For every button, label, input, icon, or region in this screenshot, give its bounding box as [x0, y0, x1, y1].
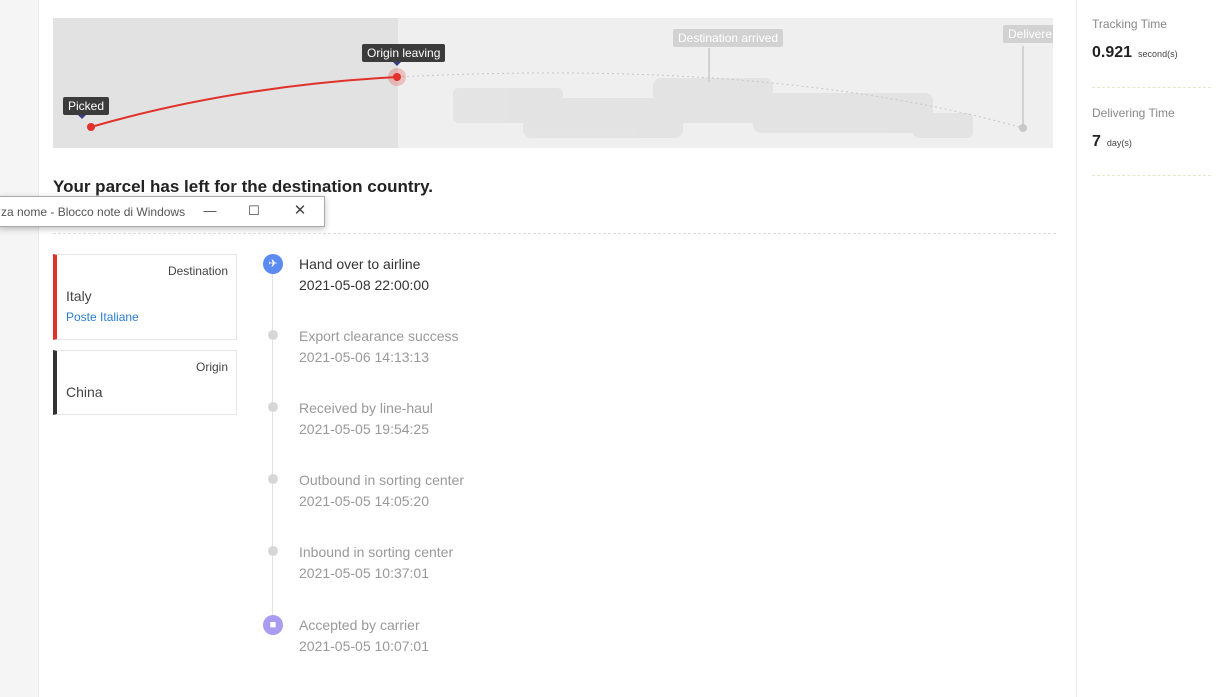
tracking-time-value: 0.921 second(s) — [1092, 44, 1178, 61]
stat-divider — [1092, 175, 1211, 176]
minimize-icon[interactable]: — — [197, 201, 223, 221]
tracking-time-unit: second(s) — [1138, 49, 1178, 59]
route-map: Picked Origin leaving Destination arrive… — [53, 18, 1053, 148]
stats-panel — [1077, 0, 1227, 697]
event-time: 2021-05-08 22:00:00 — [299, 277, 429, 293]
event-dot — [268, 330, 278, 340]
picked-marker — [87, 123, 95, 131]
notepad-window[interactable]: za nome - Blocco note di Windows — ☐ ✕ — [0, 196, 325, 227]
event-dot — [268, 474, 278, 484]
window-title: za nome - Blocco note di Windows — [1, 205, 186, 219]
event-description: Accepted by carrier — [299, 617, 420, 633]
maximize-icon[interactable]: ☐ — [241, 201, 267, 221]
airplane-icon: ✈ — [263, 254, 283, 274]
event-description: Export clearance success — [299, 328, 459, 344]
destination-country: Italy — [66, 288, 92, 304]
event-description: Outbound in sorting center — [299, 472, 464, 488]
origin-leaving-tag: Origin leaving — [362, 44, 446, 62]
event-description: Inbound in sorting center — [299, 544, 454, 560]
delivered-tag: Delivere — [1003, 25, 1053, 43]
truck-icon: ■ — [263, 615, 283, 635]
destination-arrived-tag: Destination arrived — [673, 29, 784, 47]
destination-card: Destination Italy Poste Italiane — [53, 254, 237, 340]
origin-leaving-marker — [393, 73, 401, 81]
event-time: 2021-05-06 14:13:13 — [299, 349, 429, 365]
event-description: Hand over to airline — [299, 256, 421, 272]
event-time: 2021-05-05 19:54:25 — [299, 421, 429, 437]
picked-tag: Picked — [63, 97, 110, 115]
origin-card: Origin China — [53, 350, 237, 415]
route-path — [87, 46, 1027, 138]
delivering-time-label: Delivering Time — [1092, 106, 1175, 120]
close-icon[interactable]: ✕ — [287, 201, 313, 221]
picked-tag-pointer — [78, 115, 86, 119]
destination-card-type: Destination — [167, 264, 228, 278]
event-time: 2021-05-05 10:07:01 — [299, 638, 429, 654]
event-dot — [268, 402, 278, 412]
status-headline: Your parcel has left for the destination… — [53, 177, 434, 196]
event-dot — [268, 546, 278, 556]
delivering-time-unit: day(s) — [1106, 138, 1132, 148]
section-divider — [53, 233, 1056, 234]
delivered-marker — [1019, 124, 1027, 132]
timeline-line — [272, 272, 273, 627]
delivering-time-value: 7 day(s) — [1092, 133, 1132, 150]
event-time: 2021-05-05 10:37:01 — [299, 565, 429, 581]
event-time: 2021-05-05 14:05:20 — [299, 493, 429, 509]
origin-card-type: Origin — [195, 360, 228, 374]
event-description: Received by line-haul — [299, 400, 433, 416]
stat-divider — [1092, 87, 1211, 88]
origin-country: China — [66, 384, 103, 400]
tracking-time-label: Tracking Time — [1092, 17, 1167, 31]
origin-leaving-tag-pointer — [393, 62, 401, 66]
destination-carrier-link[interactable]: Poste Italiane — [66, 310, 139, 324]
